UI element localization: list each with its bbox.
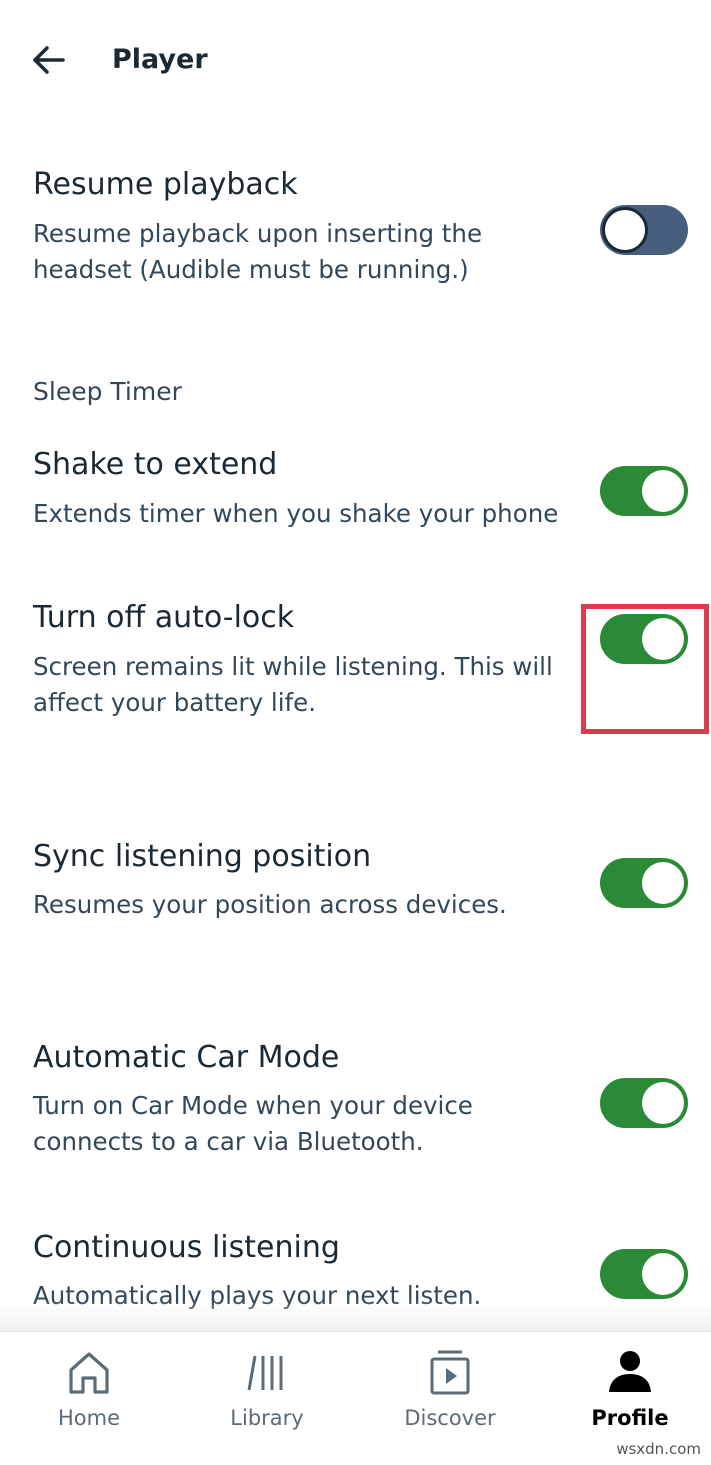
resume-playback-toggle[interactable] xyxy=(600,205,688,255)
nav-item-home[interactable]: Home xyxy=(0,1332,178,1442)
resume-playback-title: Resume playback xyxy=(33,167,298,202)
nav-shadow xyxy=(0,1300,711,1332)
continuous-listening-toggle[interactable] xyxy=(600,1249,688,1299)
nav-item-profile[interactable]: Profile xyxy=(541,1332,711,1442)
toggle-knob xyxy=(642,1253,684,1295)
sync-position-toggle[interactable] xyxy=(600,858,688,908)
continuous-listening-title: Continuous listening xyxy=(33,1230,340,1265)
nav-item-discover[interactable]: Discover xyxy=(361,1332,539,1442)
nav-label-library: Library xyxy=(230,1406,304,1430)
discover-icon xyxy=(430,1350,470,1395)
home-icon xyxy=(69,1352,109,1394)
auto-lock-title: Turn off auto-lock xyxy=(33,600,295,635)
shake-to-extend-description: Extends timer when you shake your phone xyxy=(33,499,559,528)
sync-position-title: Sync listening position xyxy=(33,839,372,874)
bottom-navigation: Home Library Discover Profile xyxy=(0,1331,711,1465)
car-mode-description: Turn on Car Mode when your device connec… xyxy=(33,1091,473,1156)
profile-icon xyxy=(609,1351,651,1392)
watermark: wsxdn.com xyxy=(616,1440,701,1458)
toggle-knob xyxy=(642,862,684,904)
sync-position-description: Resumes your position across devices. xyxy=(33,890,507,919)
nav-label-home: Home xyxy=(57,1406,120,1430)
sleep-timer-section-label: Sleep Timer xyxy=(33,377,182,406)
library-icon xyxy=(247,1355,283,1391)
toggle-knob xyxy=(642,1082,684,1124)
toggle-knob xyxy=(602,207,648,253)
resume-playback-description: Resume playback upon inserting the heads… xyxy=(33,219,483,284)
nav-item-library[interactable]: Library xyxy=(178,1332,356,1442)
back-button[interactable] xyxy=(24,36,72,84)
shake-to-extend-toggle[interactable] xyxy=(600,466,688,516)
nav-label-profile: Profile xyxy=(591,1406,669,1430)
nav-label-discover: Discover xyxy=(404,1406,496,1430)
app-header: Player xyxy=(0,0,711,120)
toggle-knob xyxy=(642,470,684,512)
shake-to-extend-title: Shake to extend xyxy=(33,447,278,482)
auto-lock-description: Screen remains lit while listening. This… xyxy=(33,652,553,717)
arrow-left-icon xyxy=(33,46,65,74)
highlight-annotation-box xyxy=(581,604,709,734)
page-title: Player xyxy=(112,44,208,75)
car-mode-title: Automatic Car Mode xyxy=(33,1040,340,1075)
car-mode-toggle[interactable] xyxy=(600,1078,688,1128)
